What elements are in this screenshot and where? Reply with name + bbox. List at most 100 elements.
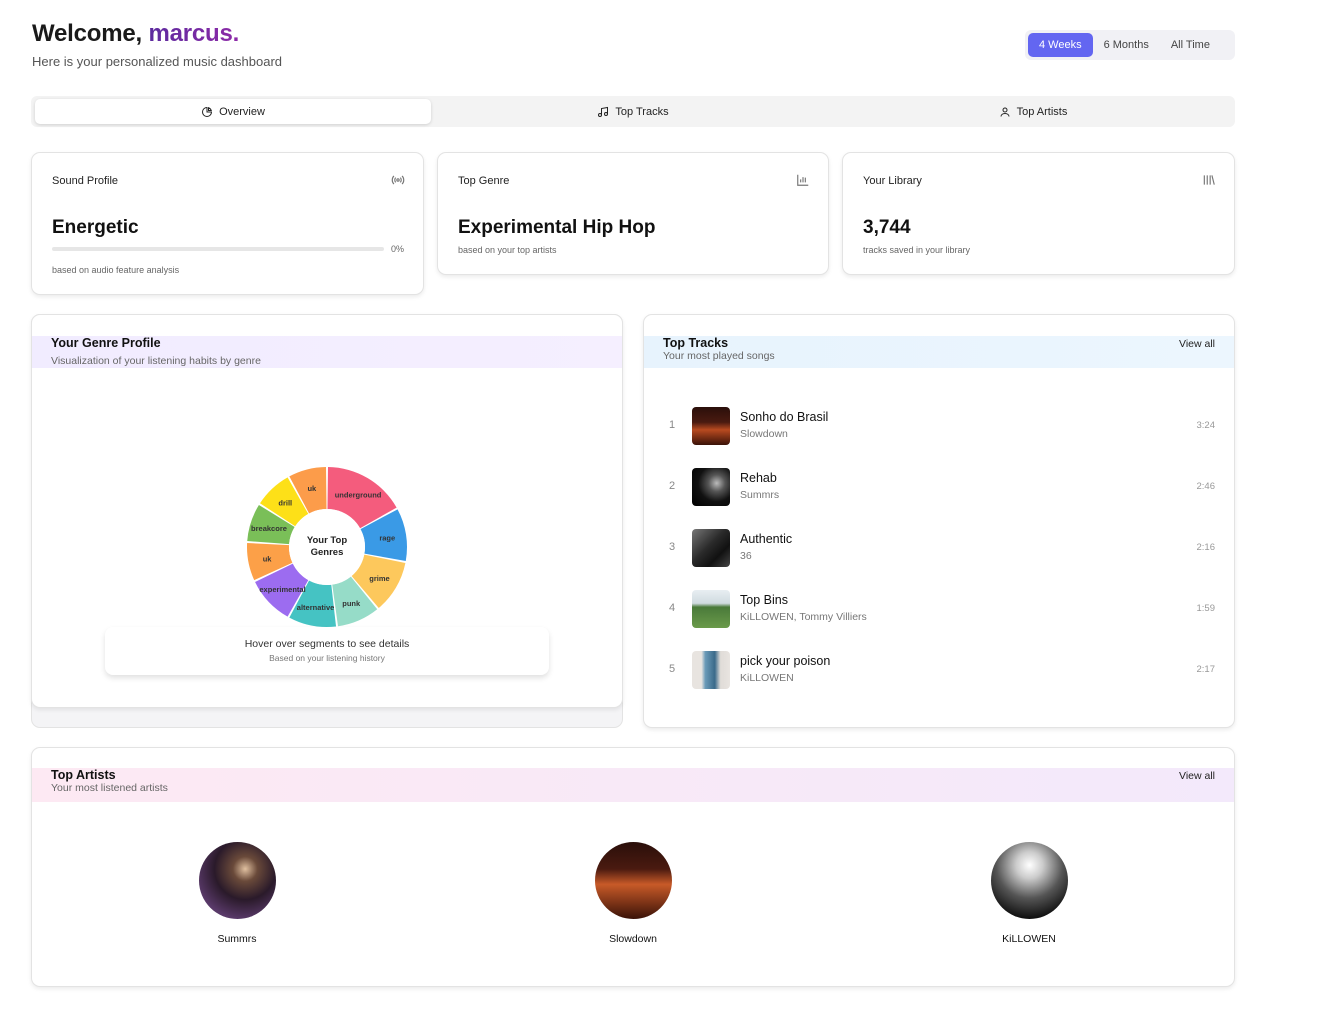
donut-label: punk	[342, 599, 361, 608]
track-duration: 2:16	[1196, 542, 1216, 553]
artist-item[interactable]: Summrs	[167, 842, 307, 945]
track-artist: KiLLOWEN	[740, 672, 794, 684]
range-all-time-button[interactable]: All Time	[1160, 33, 1221, 57]
track-row[interactable]: 3 Authentic 36 2:16	[663, 529, 1215, 569]
welcome-prefix: Welcome,	[32, 20, 142, 47]
track-row[interactable]: 1 Sonho do Brasil Slowdown 3:24	[663, 407, 1215, 447]
donut-label: underground	[335, 490, 382, 499]
sound-profile-caption: based on audio feature analysis	[52, 265, 180, 275]
track-album-art	[692, 651, 730, 689]
track-row[interactable]: 5 pick your poison KiLLOWEN 2:17	[663, 651, 1215, 691]
music-note-icon	[598, 106, 609, 117]
tab-overview-label: Overview	[219, 105, 265, 118]
track-album-art	[692, 468, 730, 506]
donut-label: rage	[379, 533, 395, 542]
track-title: Top Bins	[740, 593, 788, 607]
tab-top-tracks-label: Top Tracks	[615, 105, 669, 118]
library-caption: tracks saved in your library	[863, 245, 971, 255]
track-artist: KiLLOWEN, Tommy Villiers	[740, 611, 867, 623]
main-tabs: Overview Top Tracks Top Artists	[31, 96, 1235, 127]
genre-profile-title: Your Genre Profile	[51, 336, 161, 350]
track-duration: 2:46	[1196, 481, 1216, 492]
hover-hint-subtext: Based on your listening history	[269, 653, 385, 663]
top-genre-caption: based on your top artists	[458, 245, 557, 255]
pie-chart-icon	[202, 106, 213, 117]
artist-item[interactable]: KiLLOWEN	[959, 842, 1099, 945]
top-artists-view-all-link[interactable]: View all	[1179, 770, 1215, 782]
top-tracks-card: Top Tracks Your most played songs View a…	[643, 314, 1235, 728]
artist-avatar	[990, 842, 1068, 919]
user-icon	[1000, 107, 1010, 117]
track-rank: 3	[668, 541, 676, 553]
tab-overview[interactable]: Overview	[35, 99, 431, 124]
artist-avatar	[198, 842, 276, 919]
track-duration: 3:24	[1196, 420, 1216, 431]
top-tracks-title: Top Tracks	[663, 336, 729, 350]
track-title: pick your poison	[740, 654, 831, 668]
genre-profile-header: Your Genre Profile Visualization of your…	[32, 336, 622, 368]
sound-profile-label: Sound Profile	[52, 175, 119, 187]
genre-donut-chart: underground rage grime punk alternative exper…	[247, 467, 407, 627]
track-artist: 36	[740, 550, 752, 562]
top-tracks-view-all-link[interactable]: View all	[1179, 338, 1215, 350]
track-row[interactable]: 2 Rehab Summrs 2:46	[663, 468, 1215, 508]
top-tracks-subtitle: Your most played songs	[663, 350, 775, 362]
welcome-heading: Welcome, marcus.	[32, 20, 239, 48]
artist-item[interactable]: Slowdown	[563, 842, 703, 945]
track-rank: 1	[668, 419, 676, 431]
sound-profile-card: Sound Profile Energetic 0% based on audi…	[31, 152, 424, 295]
track-album-art	[692, 590, 730, 628]
track-rank: 2	[668, 480, 676, 492]
track-title: Authentic	[740, 532, 793, 546]
library-card: Your Library 3,744 tracks saved in your …	[842, 152, 1235, 275]
donut-label: uk	[263, 554, 273, 563]
artist-name: Summrs	[217, 933, 257, 945]
donut-label: breakcore	[251, 524, 287, 533]
sound-profile-progress	[52, 247, 384, 251]
artist-name: KiLLOWEN	[1002, 933, 1056, 945]
sound-profile-percent: 0%	[391, 244, 405, 254]
track-album-art	[692, 407, 730, 445]
track-title: Sonho do Brasil	[740, 410, 829, 424]
top-genre-label: Top Genre	[458, 175, 510, 187]
track-title: Rehab	[740, 471, 777, 485]
track-artist: Summrs	[740, 489, 780, 501]
tab-top-artists[interactable]: Top Artists	[835, 99, 1231, 124]
donut-label: uk	[307, 484, 317, 493]
track-album-art	[692, 529, 730, 567]
page-subtitle: Here is your personalized music dashboar…	[32, 54, 283, 69]
username: marcus.	[148, 20, 240, 47]
artist-name: Slowdown	[609, 933, 657, 945]
library-icon	[1203, 175, 1215, 185]
top-artists-subtitle: Your most listened artists	[51, 782, 168, 794]
top-artists-header: Top Artists Your most listened artists V…	[32, 768, 1234, 802]
donut-label: drill	[278, 499, 292, 508]
donut-center-label-line2: Genres	[311, 547, 344, 558]
track-artist: Slowdown	[740, 428, 788, 440]
donut-label: alternative	[297, 603, 335, 612]
track-duration: 1:59	[1196, 603, 1216, 614]
tab-top-tracks[interactable]: Top Tracks	[435, 99, 831, 124]
hover-hint-text: Hover over segments to see details	[244, 638, 410, 650]
tab-top-artists-label: Top Artists	[1016, 105, 1068, 118]
track-rank: 4	[668, 602, 676, 614]
top-artists-title: Top Artists	[51, 768, 116, 782]
track-duration: 2:17	[1196, 664, 1216, 675]
artist-avatar	[594, 842, 672, 919]
top-artists-card: Top Artists Your most listened artists V…	[31, 747, 1235, 987]
genre-profile-subtitle: Visualization of your listening habits b…	[51, 355, 261, 367]
donut-label: grime	[369, 574, 389, 583]
top-tracks-header: Top Tracks Your most played songs View a…	[644, 336, 1234, 368]
library-label: Your Library	[863, 175, 922, 187]
top-genre-card: Top Genre Experimental Hip Hop based on …	[437, 152, 829, 275]
donut-center-label-line1: Your Top	[307, 535, 347, 546]
range-6-months-button[interactable]: 6 Months	[1093, 33, 1160, 57]
time-range-selector: 4 Weeks 6 Months All Time	[1025, 30, 1235, 60]
track-row[interactable]: 4 Top Bins KiLLOWEN, Tommy Villiers 1:59	[663, 590, 1215, 630]
donut-label: experimental	[259, 585, 305, 594]
range-4-weeks-button[interactable]: 4 Weeks	[1028, 33, 1093, 57]
donut-hover-hint: Hover over segments to see details Based…	[105, 627, 549, 675]
radio-signal-icon	[391, 175, 405, 185]
track-rank: 5	[668, 663, 676, 675]
sound-profile-value: Energetic	[52, 217, 139, 238]
